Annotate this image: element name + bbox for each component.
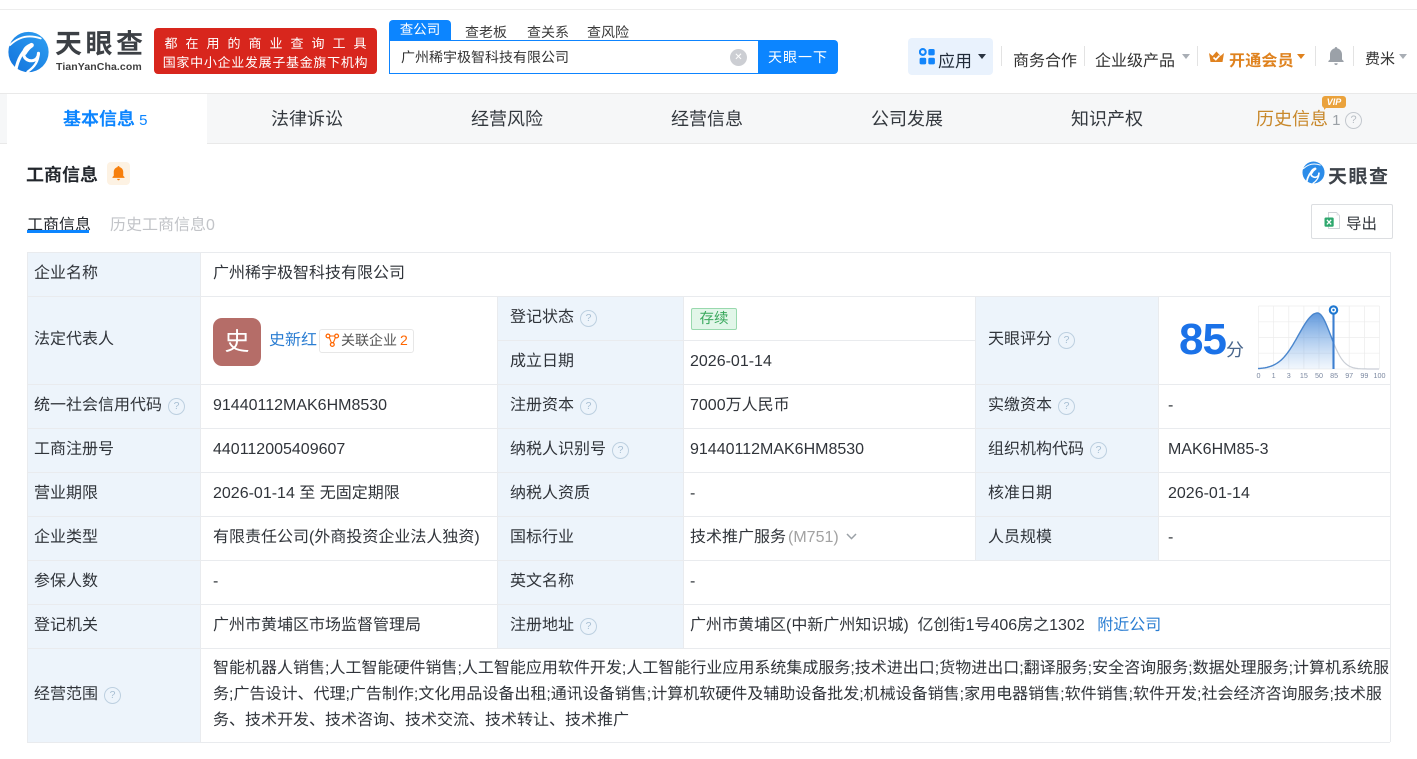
svg-text:97: 97	[1345, 371, 1353, 380]
svg-text:85: 85	[1330, 371, 1338, 380]
svg-text:1: 1	[1272, 371, 1276, 380]
svg-text:100: 100	[1374, 371, 1386, 380]
svg-text:0: 0	[1257, 371, 1261, 380]
svg-text:99: 99	[1360, 371, 1368, 380]
svg-text:15: 15	[1300, 371, 1308, 380]
svg-text:3: 3	[1287, 371, 1291, 380]
svg-text:50: 50	[1315, 371, 1323, 380]
